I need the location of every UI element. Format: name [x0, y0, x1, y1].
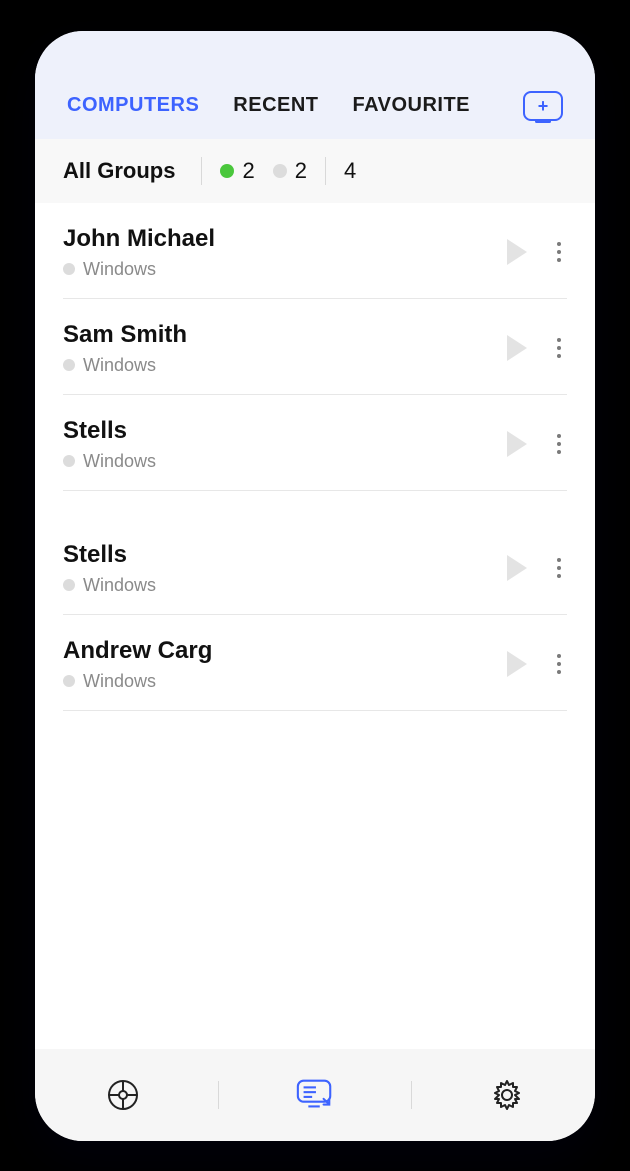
group-bar: All Groups 2 2 4: [35, 139, 595, 203]
computer-os: Windows: [63, 451, 156, 472]
connect-play-icon[interactable]: [507, 651, 527, 677]
separator: [325, 157, 326, 185]
list-item[interactable]: Andrew Carg Windows: [63, 615, 567, 711]
os-label: Windows: [83, 451, 156, 472]
list-item[interactable]: Sam Smith Windows: [63, 299, 567, 395]
tab-bar: COMPUTERS RECENT FAVOURITE +: [63, 81, 567, 139]
computer-os: Windows: [63, 355, 187, 376]
computer-name: John Michael: [63, 225, 215, 253]
total-count-label: 4: [344, 158, 356, 184]
status-dot-icon: [63, 455, 75, 467]
os-label: Windows: [83, 671, 156, 692]
status-dot-icon: [63, 675, 75, 687]
more-menu-icon[interactable]: [551, 332, 567, 364]
os-label: Windows: [83, 355, 156, 376]
os-label: Windows: [83, 575, 156, 596]
computer-name: Sam Smith: [63, 321, 187, 349]
separator: [411, 1081, 412, 1109]
status-dot-online-icon: [220, 164, 234, 178]
online-count-label: 2: [242, 158, 254, 184]
computer-name: Stells: [63, 417, 156, 445]
computer-list[interactable]: John Michael Windows Sam Smith Windows: [35, 203, 595, 1049]
tab-computers[interactable]: COMPUTERS: [67, 94, 199, 117]
status-dot-icon: [63, 263, 75, 275]
tab-row: COMPUTERS RECENT FAVOURITE: [67, 94, 470, 117]
app-frame: COMPUTERS RECENT FAVOURITE + All Groups …: [35, 31, 595, 1141]
separator: [218, 1081, 219, 1109]
nav-support-icon[interactable]: [103, 1075, 143, 1115]
offline-count-label: 2: [295, 158, 307, 184]
bottom-nav: [35, 1049, 595, 1141]
plus-icon: +: [538, 97, 549, 115]
computer-name: Stells: [63, 541, 156, 569]
separator: [201, 157, 202, 185]
group-selector[interactable]: All Groups: [63, 158, 175, 184]
more-menu-icon[interactable]: [551, 236, 567, 268]
more-menu-icon[interactable]: [551, 552, 567, 584]
connect-play-icon[interactable]: [507, 239, 527, 265]
connect-play-icon[interactable]: [507, 431, 527, 457]
computer-os: Windows: [63, 671, 212, 692]
total-count: 4: [344, 158, 356, 184]
status-dot-icon: [63, 579, 75, 591]
header: COMPUTERS RECENT FAVOURITE +: [35, 31, 595, 139]
list-item[interactable]: Stells Windows: [63, 519, 567, 615]
status-dot-icon: [63, 359, 75, 371]
more-menu-icon[interactable]: [551, 428, 567, 460]
computer-os: Windows: [63, 259, 215, 280]
status-dot-offline-icon: [273, 164, 287, 178]
nav-settings-icon[interactable]: [487, 1075, 527, 1115]
online-count: 2: [220, 158, 254, 184]
list-item[interactable]: John Michael Windows: [63, 203, 567, 299]
connect-play-icon[interactable]: [507, 335, 527, 361]
offline-count: 2: [273, 158, 307, 184]
more-menu-icon[interactable]: [551, 648, 567, 680]
add-computer-button[interactable]: +: [523, 91, 563, 121]
list-item[interactable]: Stells Windows: [63, 395, 567, 491]
computer-os: Windows: [63, 575, 156, 596]
tab-recent[interactable]: RECENT: [233, 94, 318, 117]
connect-play-icon[interactable]: [507, 555, 527, 581]
os-label: Windows: [83, 259, 156, 280]
tab-favourite[interactable]: FAVOURITE: [353, 94, 470, 117]
nav-computers-icon[interactable]: [295, 1075, 335, 1115]
computer-name: Andrew Carg: [63, 637, 212, 665]
